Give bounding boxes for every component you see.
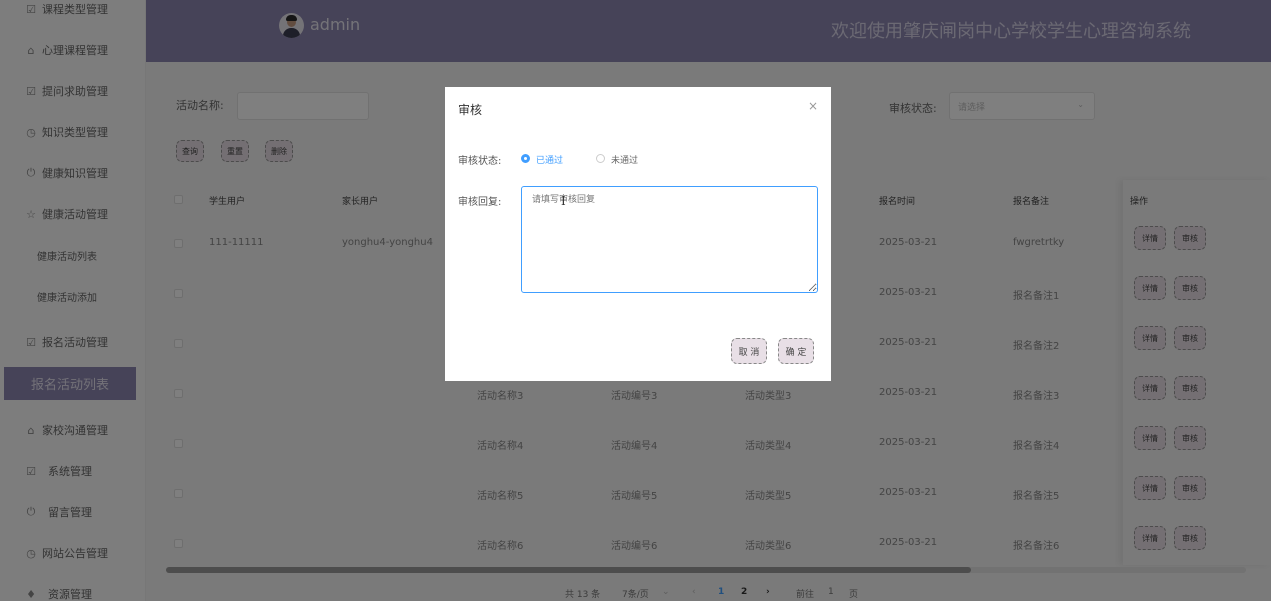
dialog-title: 审核	[458, 103, 483, 117]
text-cursor-icon: I	[561, 194, 566, 208]
review-dialog: 审核 × 审核状态: 已通过 未通过 审核回复: I 取 消 确 定	[445, 87, 831, 381]
radio-passed[interactable]	[521, 154, 530, 163]
review-reply-label: 审核回复:	[458, 197, 502, 208]
confirm-button[interactable]: 确 定	[778, 338, 814, 364]
cancel-button[interactable]: 取 消	[731, 338, 767, 364]
radio-failed[interactable]	[596, 154, 605, 163]
review-status-field-label: 审核状态:	[458, 156, 502, 167]
close-icon[interactable]: ×	[808, 99, 818, 113]
radio-passed-label[interactable]: 已通过	[536, 153, 563, 166]
radio-failed-label[interactable]: 未通过	[611, 153, 638, 166]
